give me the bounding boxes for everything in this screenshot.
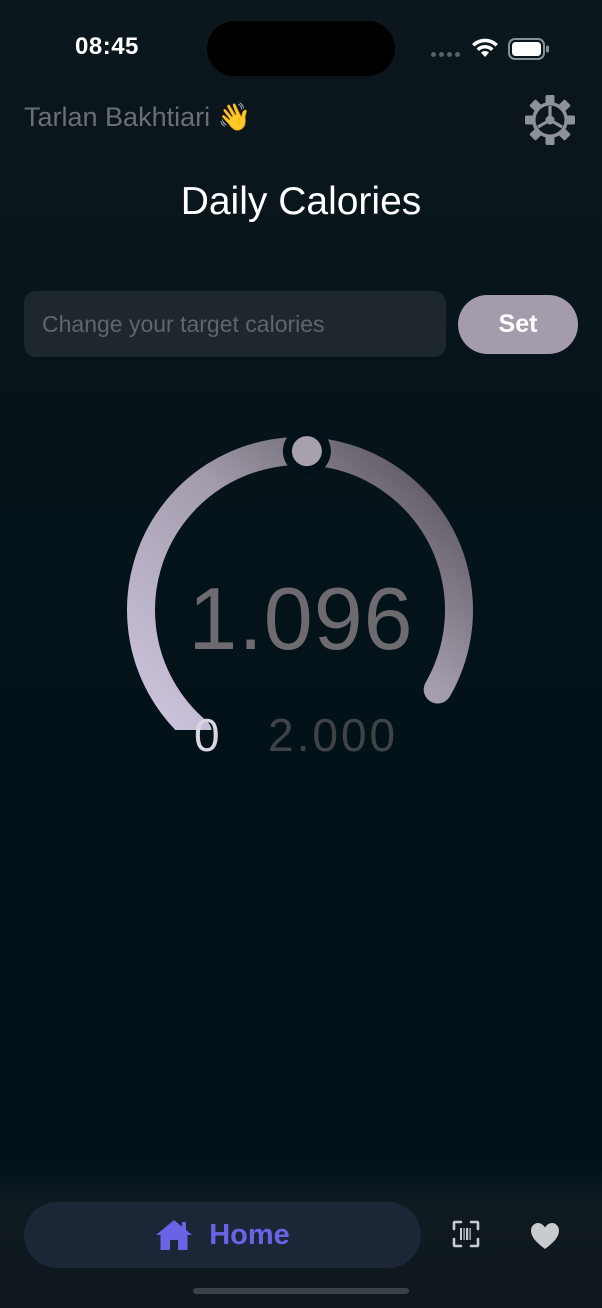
wave-emoji: 👋 xyxy=(217,102,252,132)
gauge-knob-inner xyxy=(291,436,322,467)
dynamic-island xyxy=(207,21,395,76)
home-icon xyxy=(156,1220,193,1250)
calories-value: 1.096 xyxy=(188,569,414,668)
nav-home-button[interactable]: Home xyxy=(24,1202,421,1268)
home-indicator xyxy=(193,1288,409,1294)
gauge-min-label: 0 xyxy=(194,709,220,761)
page-title: Daily Calories xyxy=(180,180,422,223)
nav-home-label: Home xyxy=(209,1218,290,1251)
wifi-icon xyxy=(472,38,498,57)
battery-icon xyxy=(508,38,549,60)
cellular-signal-icon xyxy=(431,52,461,58)
user-greeting: Tarlan Bakhtiari 👋 xyxy=(24,101,251,133)
gauge-max-label: 2.000 xyxy=(268,709,399,761)
heart-icon[interactable] xyxy=(530,1222,560,1250)
barcode-scan-icon[interactable] xyxy=(452,1220,480,1248)
gear-icon[interactable] xyxy=(524,94,576,146)
user-name: Tarlan Bakhtiari xyxy=(24,102,211,132)
set-button[interactable]: Set xyxy=(458,295,578,354)
status-time: 08:45 xyxy=(75,33,139,60)
target-calories-input[interactable] xyxy=(24,291,446,357)
